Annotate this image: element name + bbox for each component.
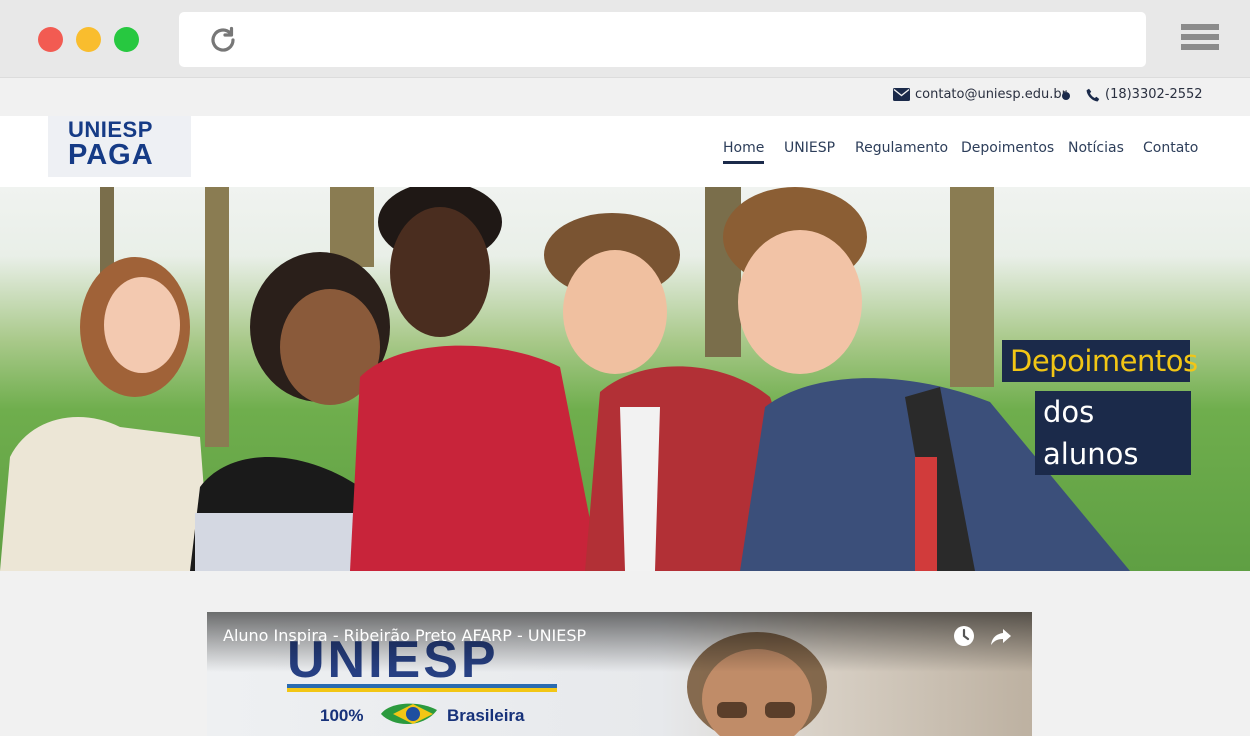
hamburger-menu-icon[interactable]: [1181, 24, 1219, 54]
nav-regulamento[interactable]: Regulamento: [855, 140, 948, 156]
video-player[interactable]: UNIESP 100% Brasileira Aluno Inspira - R…: [207, 612, 1032, 736]
window-maximize-button[interactable]: [114, 27, 139, 52]
hero-title-line-2: dos alunos: [1035, 391, 1191, 475]
nav-home[interactable]: Home: [723, 140, 765, 164]
hero-title-line-1: Depoimentos: [1002, 340, 1198, 382]
hero-banner: Depoimentos dos alunos: [0, 187, 1250, 571]
brand-underline: [287, 684, 557, 692]
envelope-icon: [893, 88, 910, 101]
site-header: UNIESP PAGA Home UNIESP Regulamento Depo…: [0, 116, 1250, 188]
reload-icon[interactable]: [207, 24, 239, 56]
contact-phone[interactable]: (18)3302-2552: [1086, 87, 1203, 102]
nav-uniesp[interactable]: UNIESP: [784, 140, 835, 156]
logo-line-1: UNIESP: [68, 117, 153, 142]
contact-email-text: contato@uniesp.edu.br: [915, 87, 1067, 102]
separator-dot: [1062, 92, 1070, 100]
video-title[interactable]: Aluno Inspira - Ribeirão Preto AFARP - U…: [223, 626, 586, 645]
clock-icon[interactable]: [952, 624, 976, 648]
share-icon[interactable]: [989, 624, 1013, 648]
contact-email[interactable]: contato@uniesp.edu.br: [893, 87, 1067, 102]
nav-noticias[interactable]: Notícias: [1068, 140, 1124, 156]
brand-tag-brasileira: Brasileira: [447, 706, 525, 725]
phone-icon: [1086, 88, 1100, 101]
nav-depoimentos[interactable]: Depoimentos: [961, 140, 1054, 156]
brand-tag-100: 100%: [320, 706, 364, 725]
brazil-flag-icon: [381, 703, 437, 725]
window-minimize-button[interactable]: [76, 27, 101, 52]
nav-contato[interactable]: Contato: [1143, 140, 1198, 156]
address-bar[interactable]: [179, 12, 1146, 67]
contact-phone-text: (18)3302-2552: [1105, 87, 1203, 102]
site-logo[interactable]: UNIESP PAGA: [48, 116, 191, 177]
window-close-button[interactable]: [38, 27, 63, 52]
logo-line-2: PAGA: [68, 139, 154, 171]
browser-chrome: [0, 0, 1250, 78]
